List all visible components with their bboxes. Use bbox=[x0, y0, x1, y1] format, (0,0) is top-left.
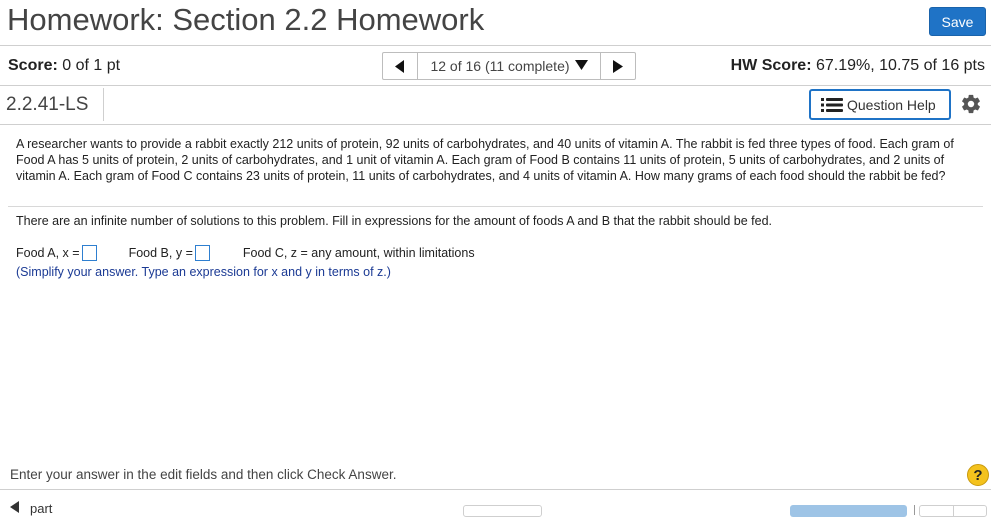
food-a-input[interactable] bbox=[81, 245, 97, 261]
divider bbox=[914, 505, 915, 515]
part-indicator: part bbox=[10, 501, 52, 516]
divider bbox=[0, 85, 991, 86]
food-b-label: Food B, y = bbox=[128, 246, 193, 260]
answer-hint: (Simplify your answer. Type an expressio… bbox=[16, 265, 391, 279]
save-button[interactable]: Save bbox=[929, 7, 986, 36]
score: Score: 0 of 1 pt bbox=[8, 57, 120, 75]
gear-icon[interactable] bbox=[960, 93, 982, 115]
score-value: 0 of 1 pt bbox=[62, 57, 121, 74]
food-a-label: Food A, x = bbox=[16, 246, 80, 260]
check-answer-button[interactable] bbox=[790, 505, 907, 517]
previous-question-button[interactable] bbox=[383, 53, 417, 79]
hw-score-label: HW Score: bbox=[730, 57, 812, 74]
divider bbox=[8, 206, 983, 207]
footer-message: Enter your answer in the edit fields and… bbox=[10, 467, 397, 482]
part-label: part bbox=[30, 501, 53, 516]
triangle-left-icon bbox=[395, 59, 404, 73]
caret-down-icon bbox=[574, 59, 588, 73]
food-c-label: Food C, z = any amount, within limitatio… bbox=[242, 246, 475, 260]
food-b-input[interactable] bbox=[194, 245, 210, 261]
question-help-button[interactable]: Question Help bbox=[809, 89, 951, 120]
answer-row: Food A, x = Food B, y = Food C, z = any … bbox=[16, 244, 475, 262]
divider bbox=[0, 45, 991, 46]
instruction-text: There are an infinite number of solution… bbox=[16, 214, 772, 228]
divider bbox=[953, 505, 954, 517]
hw-score: HW Score: 67.19%, 10.75 of 16 pts bbox=[731, 57, 985, 75]
next-question-button[interactable] bbox=[601, 53, 635, 79]
question-help-label: Question Help bbox=[847, 96, 936, 113]
triangle-right-icon bbox=[613, 59, 623, 73]
help-icon[interactable]: ? bbox=[967, 464, 989, 486]
divider bbox=[0, 489, 991, 490]
score-label: Score: bbox=[8, 57, 58, 74]
question-select-dropdown[interactable]: 12 of 16 (11 complete) bbox=[417, 53, 601, 79]
problem-statement: A researcher wants to provide a rabbit e… bbox=[16, 137, 954, 183]
hw-score-value: 67.19%, 10.75 of 16 pts bbox=[815, 57, 985, 74]
footer-button[interactable] bbox=[463, 505, 542, 517]
divider bbox=[103, 88, 104, 121]
question-navigator: 12 of 16 (11 complete) bbox=[382, 52, 636, 80]
question-id: 2.2.41-LS bbox=[6, 94, 89, 115]
arrow-left-icon bbox=[10, 501, 20, 516]
list-icon bbox=[821, 97, 843, 112]
page-title: Homework: Section 2.2 Homework bbox=[7, 2, 485, 37]
divider bbox=[0, 124, 991, 125]
question-position: 12 of 16 (11 complete) bbox=[430, 58, 570, 74]
